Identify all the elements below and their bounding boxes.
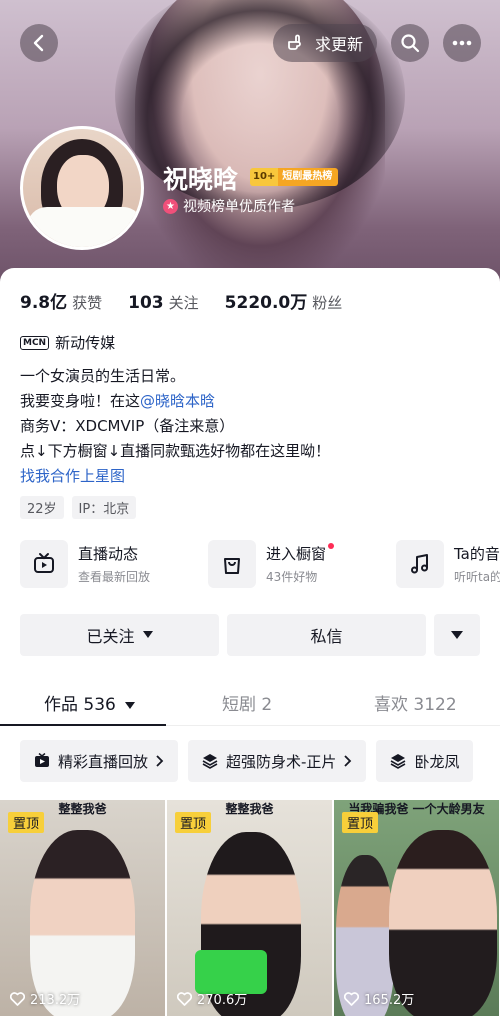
bio-line: 我要变身啦！在这@晓晗本晗 [20, 389, 330, 414]
tab-likes[interactable]: 喜欢 3122 [374, 690, 457, 715]
service-title: 直播动态 [78, 545, 139, 563]
more-actions-button[interactable] [434, 614, 480, 656]
service-subtitle: 听听ta的歌 [454, 570, 500, 584]
avatar[interactable] [20, 126, 144, 250]
profile-header: 求更新 祝晓晗 10+ 短剧最热榜 ★ 视频榜单优质作者 [0, 0, 500, 285]
notification-dot [328, 543, 335, 549]
bio-line: 一个女演员的生活日常。 [20, 367, 186, 385]
tab-short-dramas[interactable]: 短剧 2 [222, 690, 272, 715]
tab-works[interactable]: 作品 536 [44, 690, 136, 715]
heart-icon [10, 991, 25, 1006]
pointing-hand-icon [288, 34, 301, 50]
service-subtitle: 查看最新回放 [78, 570, 151, 584]
shopping-bag-icon [208, 540, 256, 588]
profile-tags: 22岁 IP：北京 [20, 496, 137, 519]
message-label: 私信 [310, 627, 343, 646]
caret-down-icon [125, 702, 136, 709]
following-count[interactable]: 103 [128, 293, 164, 313]
collection-chip[interactable]: 精彩直播回放 [20, 740, 179, 782]
following-label[interactable]: 关注 [169, 292, 199, 313]
mention-link[interactable]: @晓晗本晗 [140, 392, 215, 410]
followed-button[interactable]: 已关注 [20, 614, 219, 656]
collection-chip[interactable]: 超强防身术-正片 [188, 740, 367, 782]
chip-label: 精彩直播回放 [58, 752, 149, 771]
heart-icon [344, 991, 359, 1006]
pinned-badge: 置顶 [8, 812, 45, 833]
video-thumbnail[interactable]: 整整我爸 置顶 213.2万 [0, 800, 165, 1016]
view-count: 270.6万 [177, 989, 247, 1008]
age-tag: 22岁 [20, 496, 64, 519]
rank-label: 短剧最热榜 [278, 168, 339, 186]
likes-label: 获赞 [72, 294, 103, 312]
rank-badge[interactable]: 10+ 短剧最热榜 [250, 168, 339, 186]
likes-count: 9.8亿 [20, 293, 68, 313]
layers-icon [391, 754, 406, 769]
request-update-button[interactable]: 求更新 [273, 24, 377, 62]
video-grid: 整整我爸 置顶 213.2万 整整我爸 置顶 270.6万 当我骗我爸 一个大龄… [0, 800, 500, 1016]
layers-icon [202, 754, 218, 769]
service-title: Ta的音乐 [454, 545, 500, 563]
view-count-text: 165.2万 [364, 993, 415, 1008]
xingtu-link[interactable]: 找我合作上星图 [20, 464, 330, 489]
profile-name: 祝晓晗 [163, 165, 239, 194]
chevron-left-icon [33, 34, 44, 52]
view-count-text: 213.2万 [30, 993, 81, 1008]
profile-card: 9.8亿 获赞 103 关注 5220.0万 粉丝 MCN 新动传媒 一个女演员… [0, 268, 500, 1016]
star-badge-icon: ★ [163, 198, 178, 214]
followers-count[interactable]: 5220.0万 [225, 288, 308, 313]
chip-label: 卧龙凤 [414, 752, 460, 771]
service-subtitle: 43件好物 [266, 570, 318, 584]
tab-label: 作品 536 [44, 695, 116, 715]
pinned-badge: 置顶 [175, 812, 212, 833]
bio-text: 我要变身啦！在这 [20, 392, 141, 410]
request-update-label: 求更新 [314, 35, 363, 54]
active-tab-indicator [0, 724, 166, 726]
mcn-name: 新动传媒 [55, 334, 116, 352]
certification[interactable]: ★ 视频榜单优质作者 [163, 196, 295, 216]
followed-label: 已关注 [86, 627, 135, 646]
certification-label: 视频榜单优质作者 [183, 199, 295, 215]
chevron-right-icon [344, 755, 352, 767]
search-button[interactable] [391, 24, 429, 62]
caret-down-icon [451, 630, 463, 639]
collection-chip[interactable]: 卧龙凤 [376, 740, 474, 782]
rank-number: 10+ [250, 168, 279, 186]
heart-icon [177, 991, 192, 1006]
tv-icon [20, 540, 68, 588]
view-count: 213.2万 [10, 989, 80, 1008]
bio-line: 商务V：XDCMVIP（备注来意） [20, 417, 235, 435]
music-note-icon [396, 540, 444, 588]
live-updates-entry[interactable]: 直播动态 查看最新回放 [20, 540, 194, 588]
mcn-badge: MCN [20, 335, 50, 350]
service-title-wrap: 进入橱窗 [266, 543, 335, 564]
play-icon [35, 753, 49, 767]
caret-down-icon [142, 631, 153, 638]
ip-location-tag: IP：北京 [71, 496, 137, 519]
shop-window-entry[interactable]: 进入橱窗 43件好物 [208, 540, 382, 588]
video-thumbnail[interactable]: 整整我爸 置顶 270.6万 [167, 800, 332, 1016]
pinned-badge: 置顶 [342, 812, 379, 833]
chip-label: 超强防身术-正片 [226, 752, 337, 771]
search-icon [401, 34, 420, 53]
back-button[interactable] [20, 24, 58, 62]
green-object [195, 950, 267, 994]
more-icon [452, 40, 472, 46]
service-title: 进入橱窗 [266, 545, 327, 563]
view-count-text: 270.6万 [197, 993, 248, 1008]
bio: 一个女演员的生活日常。 我要变身啦！在这@晓晗本晗 商务V：XDCMVIP（备注… [20, 364, 330, 489]
stats-row: 9.8亿 获赞 103 关注 5220.0万 粉丝 [20, 288, 368, 313]
collection-chips: 精彩直播回放 超强防身术-正片 卧龙凤 [20, 740, 474, 782]
bio-line: 点↓下方橱窗↓直播同款甄选好物都在这里呦！ [20, 442, 331, 460]
mcn-organization[interactable]: MCN 新动传媒 [20, 332, 115, 353]
music-entry[interactable]: Ta的音乐 听听ta的歌 [396, 540, 500, 588]
more-button[interactable] [443, 24, 481, 62]
message-button[interactable]: 私信 [227, 614, 426, 656]
chevron-right-icon [156, 755, 164, 767]
action-buttons: 已关注 私信 [20, 614, 480, 656]
view-count: 165.2万 [344, 989, 414, 1008]
followers-label[interactable]: 粉丝 [312, 292, 342, 313]
service-entries: 直播动态 查看最新回放 进入橱窗 43件好物 Ta的音乐 听听ta的歌 [20, 540, 500, 588]
content-tabs: 作品 536 短剧 2 喜欢 3122 [0, 680, 500, 726]
video-thumbnail[interactable]: 当我骗我爸 一个大龄男友 置顶 165.2万 [334, 800, 499, 1016]
